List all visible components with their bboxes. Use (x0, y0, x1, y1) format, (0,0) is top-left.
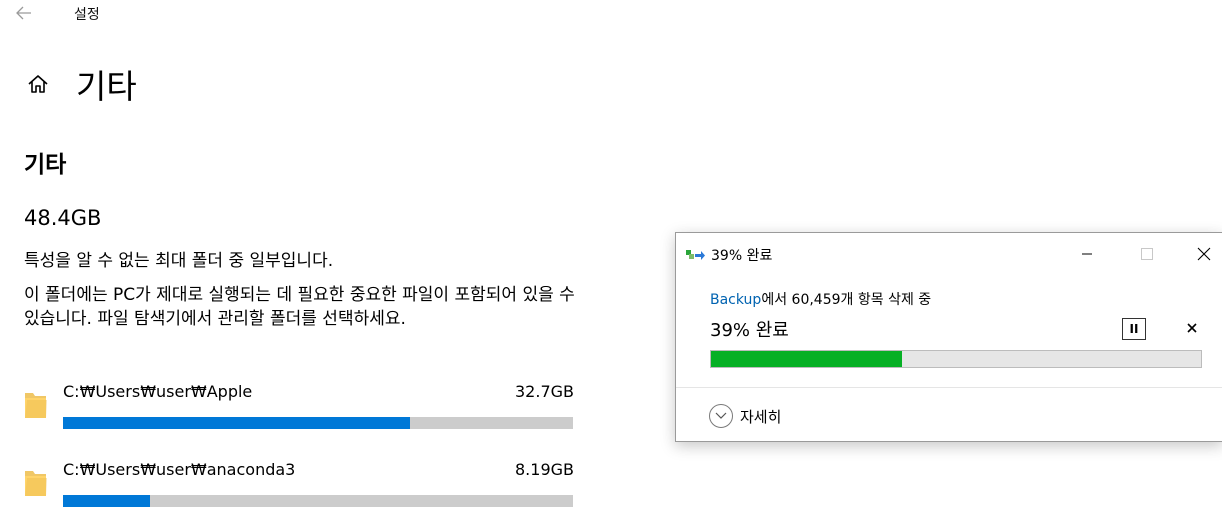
section-title: 기타 (24, 152, 67, 178)
file-operation-icon (686, 247, 706, 261)
folder-usage-fill (63, 417, 410, 429)
progress-percent-text: 39% 완료 (710, 320, 789, 341)
dialog-titlebar[interactable]: 39% 완료 (676, 233, 1222, 273)
folder-size: 32.7GB (515, 382, 574, 401)
chevron-down-icon (709, 404, 733, 428)
divider (676, 387, 1222, 388)
total-size: 48.4GB (24, 206, 102, 230)
folder-icon (24, 390, 48, 420)
status-text: 에서 60,459개 항목 삭제 중 (761, 292, 932, 308)
folder-row[interactable]: C:₩Users₩user₩anaconda3 8.19GB (24, 460, 574, 520)
cancel-button[interactable] (1182, 318, 1202, 338)
details-label: 자세히 (740, 407, 782, 426)
settings-titlebar: 설정 (0, 0, 600, 28)
folder-usage-fill (63, 495, 150, 507)
progress-bar (710, 350, 1202, 368)
folder-path[interactable]: C:₩Users₩user₩Apple (63, 382, 252, 401)
cancel-x-icon (1187, 323, 1197, 333)
app-title: 설정 (74, 7, 100, 23)
more-details-button[interactable]: 자세히 (709, 403, 781, 429)
delete-progress-dialog: 39% 완료 Backup에서 60,459개 항목 삭제 중 39% 완료 I… (675, 232, 1222, 442)
dialog-title: 39% 완료 (711, 248, 773, 264)
folder-icon (24, 468, 48, 498)
progress-bar-fill (711, 351, 903, 367)
maximize-button[interactable] (1124, 239, 1170, 269)
folder-usage-bar (63, 495, 573, 507)
home-icon[interactable] (26, 72, 50, 96)
back-arrow-icon[interactable] (14, 3, 34, 23)
close-button[interactable] (1181, 239, 1222, 269)
folder-path[interactable]: C:₩Users₩user₩anaconda3 (63, 460, 295, 479)
folder-usage-bar (63, 417, 573, 429)
operation-status: Backup에서 60,459개 항목 삭제 중 (710, 289, 931, 309)
folder-size: 8.19GB (515, 460, 574, 479)
folder-row[interactable]: C:₩Users₩user₩Apple 32.7GB (24, 382, 574, 442)
pause-button[interactable]: II (1122, 318, 1146, 340)
minimize-button[interactable] (1064, 239, 1110, 269)
description-text-2: 이 폴더에는 PC가 제대로 실행되는 데 필요한 중요한 파일이 포함되어 있… (24, 285, 575, 329)
page-title: 기타 (76, 67, 137, 106)
description-text: 특성을 알 수 없는 최대 폴더 중 일부입니다. (24, 251, 334, 271)
source-folder-link[interactable]: Backup (710, 292, 761, 308)
